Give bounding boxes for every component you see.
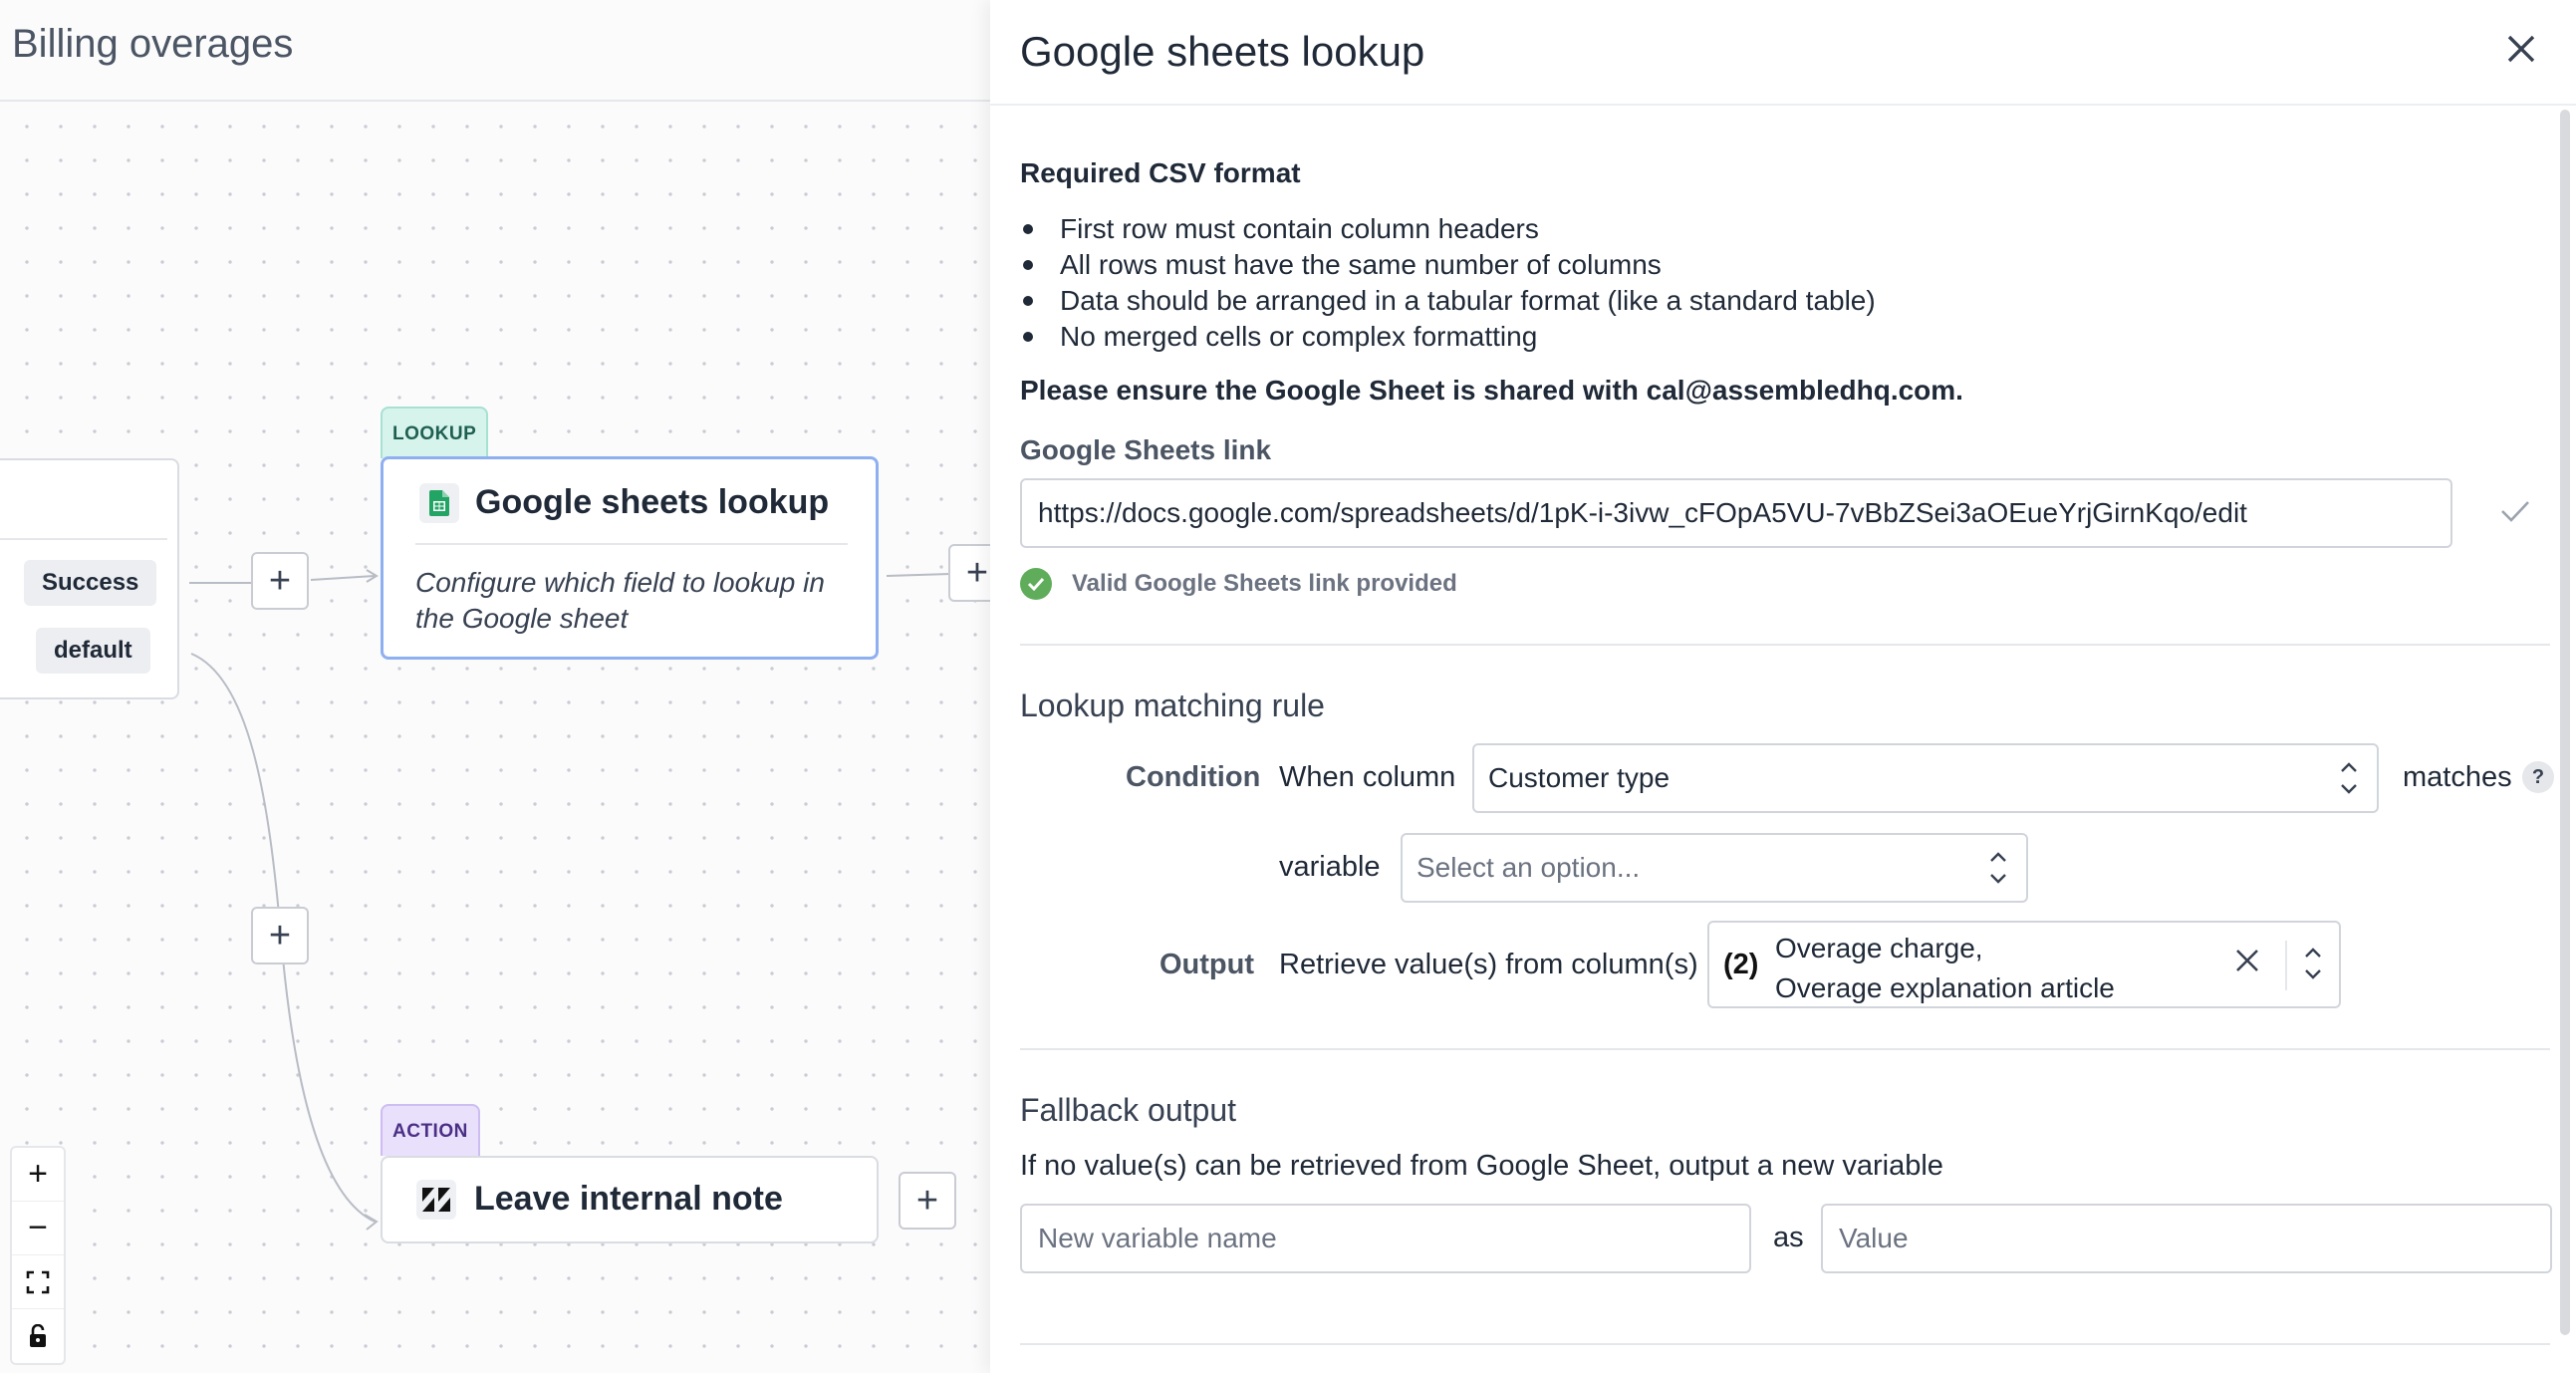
section-divider bbox=[1020, 1343, 2550, 1345]
action-node[interactable]: Leave internal note bbox=[381, 1156, 879, 1243]
list-item: First row must contain column headers bbox=[1020, 211, 1876, 247]
add-step-button[interactable]: + bbox=[948, 544, 990, 602]
when-column-text: When column bbox=[1279, 761, 1456, 793]
google-sheets-icon bbox=[419, 483, 459, 523]
lock-icon bbox=[30, 1324, 46, 1347]
output-count: (2) bbox=[1723, 949, 1759, 980]
close-icon bbox=[2236, 950, 2258, 971]
retrieve-text: Retrieve value(s) from column(s) bbox=[1279, 949, 1698, 980]
as-text: as bbox=[1773, 1222, 1804, 1253]
csv-format-heading: Required CSV format bbox=[1020, 157, 1301, 188]
canvas-header: Billing overages bbox=[0, 0, 990, 102]
lock-button[interactable] bbox=[12, 1309, 64, 1363]
fallback-description: If no value(s) can be retrieved from Goo… bbox=[1020, 1150, 1943, 1182]
select-arrows-icon bbox=[1990, 852, 2006, 884]
branch-success[interactable]: Success bbox=[24, 560, 157, 606]
link-status: Valid Google Sheets link provided bbox=[1020, 568, 1457, 600]
link-status-text: Valid Google Sheets link provided bbox=[1072, 570, 1457, 597]
select-arrows-icon bbox=[2341, 762, 2357, 794]
panel-title: Google sheets lookup bbox=[1020, 28, 1425, 75]
output-value: Overage charge, bbox=[1775, 933, 1983, 963]
lookup-node[interactable]: Google sheets lookup Configure which fie… bbox=[381, 456, 879, 660]
output-values: Overage charge, Overage explanation arti… bbox=[1775, 929, 2115, 1008]
variable-select-placeholder: Select an option... bbox=[1417, 852, 1641, 883]
list-item: Data should be arranged in a tabular for… bbox=[1020, 283, 1876, 319]
panel-header: Google sheets lookup bbox=[990, 0, 2576, 106]
action-tag: ACTION bbox=[381, 1104, 480, 1156]
lookup-tag: LOOKUP bbox=[381, 407, 489, 458]
sheets-link-input[interactable]: https://docs.google.com/spreadsheets/d/1… bbox=[1020, 478, 2452, 548]
zoom-in-button[interactable]: + bbox=[12, 1148, 64, 1202]
branch-default[interactable]: default bbox=[36, 628, 150, 674]
csv-rules-list: First row must contain column headers Al… bbox=[1020, 211, 1876, 355]
lookup-node-title: Google sheets lookup bbox=[475, 483, 830, 521]
variable-text: variable bbox=[1279, 851, 1381, 883]
zoom-controls: + − bbox=[10, 1146, 66, 1365]
add-step-button[interactable]: + bbox=[251, 552, 309, 610]
clear-selection-button[interactable] bbox=[2235, 943, 2259, 981]
fallback-value-input[interactable]: Value bbox=[1821, 1204, 2552, 1273]
panel-scrollbar[interactable] bbox=[2560, 110, 2570, 1335]
fit-view-icon bbox=[26, 1270, 50, 1293]
zoom-out-button[interactable]: − bbox=[12, 1202, 64, 1255]
fallback-heading: Fallback output bbox=[1020, 1092, 1237, 1128]
zendesk-icon bbox=[416, 1180, 456, 1220]
output-label: Output bbox=[1159, 949, 1255, 980]
variable-select[interactable]: Select an option... bbox=[1401, 833, 2028, 903]
share-notice: Please ensure the Google Sheet is shared… bbox=[1020, 375, 1963, 406]
lookup-node-description: Configure which field to lookup in the G… bbox=[415, 567, 825, 634]
node-divider bbox=[0, 538, 167, 540]
new-variable-name-input[interactable]: New variable name bbox=[1020, 1204, 1751, 1273]
list-item: No merged cells or complex formatting bbox=[1020, 319, 1876, 355]
output-columns-select[interactable]: (2) Overage charge, Overage explanation … bbox=[1707, 921, 2341, 1008]
workflow-canvas[interactable]: Billing overages Success default + + + +… bbox=[0, 0, 990, 1373]
column-select-value: Customer type bbox=[1488, 762, 1671, 793]
fit-view-button[interactable] bbox=[12, 1255, 64, 1309]
column-select[interactable]: Customer type bbox=[1472, 743, 2379, 813]
action-node-title: Leave internal note bbox=[474, 1180, 783, 1218]
sheets-link-label: Google Sheets link bbox=[1020, 434, 1272, 465]
close-button[interactable] bbox=[2506, 28, 2536, 72]
matches-text: matches bbox=[2403, 761, 2512, 793]
list-item: All rows must have the same number of co… bbox=[1020, 247, 1876, 283]
select-arrows-icon bbox=[2305, 948, 2321, 979]
lookup-config-panel: Google sheets lookup Required CSV format… bbox=[990, 0, 2576, 1373]
add-step-button[interactable]: + bbox=[899, 1172, 956, 1230]
workflow-title: Billing overages bbox=[12, 22, 294, 66]
condition-label: Condition bbox=[1126, 761, 1261, 793]
matching-rule-heading: Lookup matching rule bbox=[1020, 687, 1325, 723]
close-icon bbox=[2507, 35, 2535, 63]
node-divider bbox=[415, 543, 848, 545]
section-divider bbox=[1020, 1048, 2550, 1050]
checkmark-icon bbox=[2500, 492, 2530, 531]
select-separator bbox=[2285, 941, 2287, 990]
add-step-button[interactable]: + bbox=[251, 907, 309, 964]
section-divider bbox=[1020, 644, 2550, 646]
help-icon[interactable]: ? bbox=[2522, 761, 2554, 793]
check-circle-icon bbox=[1020, 568, 1052, 600]
output-value: Overage explanation article bbox=[1775, 972, 2115, 1003]
